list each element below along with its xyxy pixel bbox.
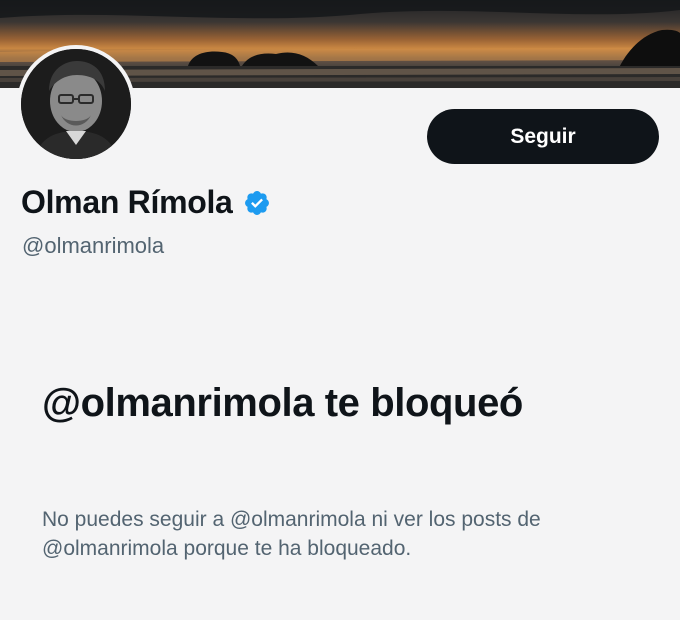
avatar[interactable] bbox=[17, 45, 135, 163]
blocked-title: @olmanrimola te bloqueó bbox=[42, 381, 523, 425]
profile-name-row: Olman Rímola bbox=[21, 184, 271, 221]
follow-button[interactable]: Seguir bbox=[427, 109, 659, 164]
person-portrait-icon bbox=[21, 49, 131, 159]
profile-handle: @olmanrimola bbox=[22, 233, 165, 258]
display-name: Olman Rímola bbox=[21, 184, 233, 220]
verified-badge-icon[interactable] bbox=[243, 189, 271, 217]
blocked-description: No puedes seguir a @olmanrimola ni ver l… bbox=[42, 508, 541, 560]
